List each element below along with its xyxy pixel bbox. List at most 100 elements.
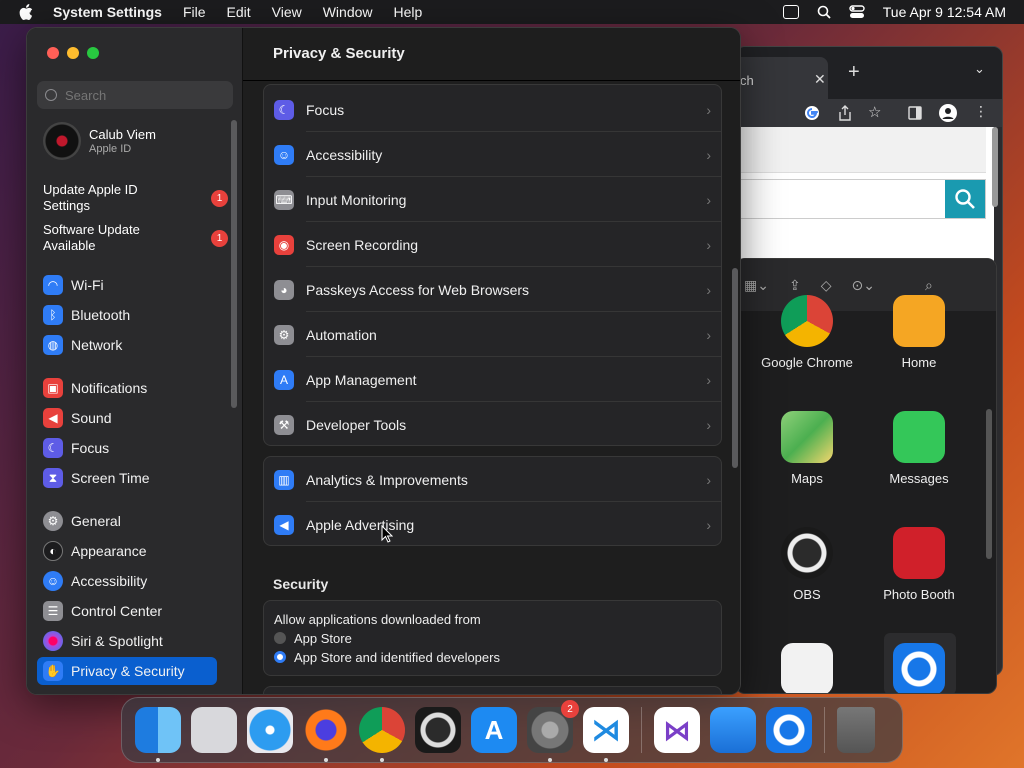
close-window-button[interactable] bbox=[47, 47, 59, 59]
window-switch-icon[interactable] bbox=[782, 5, 799, 19]
row-label: Passkeys Access for Web Browsers bbox=[306, 281, 530, 298]
app-google-chrome[interactable]: Google Chrome bbox=[752, 295, 862, 370]
row-passkeys-access[interactable]: ◕ Passkeys Access for Web Browsers › bbox=[264, 267, 721, 312]
dock-system-settings[interactable]: 2 bbox=[527, 700, 579, 762]
dock-vscode[interactable]: ⋊ bbox=[583, 707, 629, 762]
google-icon[interactable] bbox=[804, 105, 820, 121]
row-app-management[interactable]: A App Management › bbox=[264, 357, 721, 402]
profile-icon[interactable] bbox=[939, 104, 957, 122]
page-search-box[interactable] bbox=[736, 179, 986, 219]
grid-view-icon[interactable]: ▦⌄ bbox=[744, 277, 769, 294]
row-input-monitoring[interactable]: ⌨ Input Monitoring › bbox=[264, 177, 721, 222]
tab-search-chevron-icon[interactable]: ⌄ bbox=[974, 61, 985, 77]
notification-label: Update Apple ID Settings bbox=[43, 182, 138, 213]
control-center-icon[interactable] bbox=[849, 5, 865, 19]
dock-app-store[interactable]: A bbox=[471, 707, 517, 753]
page-search-button[interactable] bbox=[945, 180, 985, 218]
account-name[interactable]: Calub Viem bbox=[89, 127, 156, 142]
row-accessibility[interactable]: ☺ Accessibility › bbox=[264, 132, 721, 177]
dock-finder[interactable] bbox=[135, 707, 181, 762]
radio-label: App Store bbox=[294, 631, 352, 646]
new-tab-icon[interactable]: + bbox=[848, 61, 860, 84]
menu-view[interactable]: View bbox=[272, 4, 302, 20]
notification-update-apple-id[interactable]: Update Apple ID Settings 1 bbox=[43, 182, 228, 214]
menu-window[interactable]: Window bbox=[323, 4, 373, 20]
share-icon[interactable] bbox=[838, 105, 852, 121]
more-options-icon[interactable]: ⊙⌄ bbox=[851, 277, 874, 294]
radio-app-store[interactable]: App Store bbox=[274, 631, 352, 646]
menu-file[interactable]: File bbox=[183, 4, 206, 20]
search-input[interactable] bbox=[65, 87, 215, 103]
sidebar-item-appearance[interactable]: ◐ Appearance bbox=[37, 537, 217, 565]
app-obs[interactable]: OBS bbox=[752, 527, 862, 602]
accessibility-icon: ☺ bbox=[43, 571, 63, 591]
app-photo-booth[interactable]: Photo Booth bbox=[864, 527, 974, 602]
close-tab-icon[interactable]: ✕ bbox=[814, 71, 826, 88]
side-panel-icon[interactable] bbox=[908, 106, 922, 120]
sidebar-item-notifications[interactable]: ▣ Notifications bbox=[37, 374, 217, 402]
share-icon[interactable]: ⇪ bbox=[789, 277, 801, 294]
app-messages[interactable]: Messages bbox=[864, 411, 974, 486]
app-reminders[interactable] bbox=[752, 643, 862, 693]
hand-icon: ✋ bbox=[43, 661, 63, 681]
tag-icon[interactable]: ◇ bbox=[821, 277, 832, 294]
sidebar-item-privacy-security[interactable]: ✋ Privacy & Security bbox=[37, 657, 217, 685]
spotlight-icon[interactable] bbox=[817, 5, 831, 19]
chrome-tab[interactable]: ch ✕ bbox=[736, 57, 828, 99]
dock-obs[interactable] bbox=[415, 707, 461, 753]
radio-app-store-identified[interactable]: App Store and identified developers bbox=[274, 650, 500, 665]
reminders-app-icon bbox=[781, 643, 833, 693]
search-icon bbox=[955, 189, 975, 209]
apple-menu-icon[interactable] bbox=[19, 4, 33, 20]
minimize-window-button[interactable] bbox=[67, 47, 79, 59]
menu-help[interactable]: Help bbox=[394, 4, 423, 20]
dock-trash[interactable] bbox=[837, 707, 875, 753]
system-settings-window: Calub Viem Apple ID Update Apple ID Sett… bbox=[26, 27, 741, 695]
dock-chrome[interactable] bbox=[359, 707, 405, 762]
zoom-window-button[interactable] bbox=[87, 47, 99, 59]
sidebar-item-control-center[interactable]: ☰ Control Center bbox=[37, 597, 217, 625]
row-developer-tools[interactable]: ⚒ Developer Tools › bbox=[264, 402, 721, 447]
dock-launchpad[interactable] bbox=[191, 707, 237, 753]
avatar[interactable] bbox=[43, 122, 81, 160]
dock-weather[interactable] bbox=[710, 707, 756, 753]
sidebar-item-focus[interactable]: ☾ Focus bbox=[37, 434, 217, 462]
app-maps[interactable]: Maps bbox=[752, 411, 862, 486]
app-ring[interactable] bbox=[864, 643, 974, 693]
app-label: OBS bbox=[793, 587, 821, 602]
sidebar-item-screen-time[interactable]: ⧗ Screen Time bbox=[37, 464, 217, 492]
row-label: Screen Recording bbox=[306, 236, 419, 253]
dock-firefox[interactable] bbox=[303, 707, 349, 762]
dock-visual-studio[interactable]: ⋈ bbox=[654, 707, 700, 753]
dock-ring[interactable] bbox=[766, 707, 812, 753]
row-apple-advertising[interactable]: ◀ Apple Advertising › bbox=[264, 502, 721, 547]
moon-icon: ☾ bbox=[43, 438, 63, 458]
megaphone-icon: ◀ bbox=[274, 514, 294, 535]
launchpad-scrollbar[interactable] bbox=[986, 409, 992, 559]
chrome-menu-icon[interactable]: ⋮ bbox=[974, 103, 988, 120]
sidebar-item-accessibility[interactable]: ☺ Accessibility bbox=[37, 567, 217, 595]
row-automation[interactable]: ⚙ Automation › bbox=[264, 312, 721, 357]
sidebar-item-general[interactable]: ⚙ General bbox=[37, 507, 217, 535]
menu-edit[interactable]: Edit bbox=[227, 4, 251, 20]
dock-safari[interactable] bbox=[247, 707, 293, 753]
sidebar-item-siri-spotlight[interactable]: Siri & Spotlight bbox=[37, 627, 217, 655]
sidebar-item-wifi[interactable]: ◠ Wi-Fi bbox=[37, 271, 217, 299]
chrome-scrollbar[interactable] bbox=[992, 127, 998, 207]
app-label: Google Chrome bbox=[761, 355, 853, 370]
row-screen-recording[interactable]: ◉ Screen Recording › bbox=[264, 222, 721, 267]
search-icon[interactable]: ⌕ bbox=[925, 277, 933, 294]
row-analytics-improvements[interactable]: ▥ Analytics & Improvements › bbox=[264, 457, 721, 502]
sidebar-search[interactable] bbox=[37, 81, 233, 109]
sidebar-item-network[interactable]: ◍ Network bbox=[37, 331, 217, 359]
sidebar-scrollbar[interactable] bbox=[231, 120, 237, 408]
row-focus[interactable]: ☾ Focus › bbox=[264, 87, 721, 132]
app-home[interactable]: Home bbox=[864, 295, 974, 370]
sidebar-item-sound[interactable]: ◀ Sound bbox=[37, 404, 217, 432]
menu-clock[interactable]: Tue Apr 9 12:54 AM bbox=[883, 4, 1006, 20]
content-scrollbar[interactable] bbox=[732, 268, 738, 468]
notification-software-update[interactable]: Software Update Available 1 bbox=[43, 222, 228, 254]
sidebar-item-bluetooth[interactable]: ᛒ Bluetooth bbox=[37, 301, 217, 329]
menu-app-name[interactable]: System Settings bbox=[53, 4, 162, 20]
bookmark-star-icon[interactable]: ☆ bbox=[868, 103, 881, 121]
